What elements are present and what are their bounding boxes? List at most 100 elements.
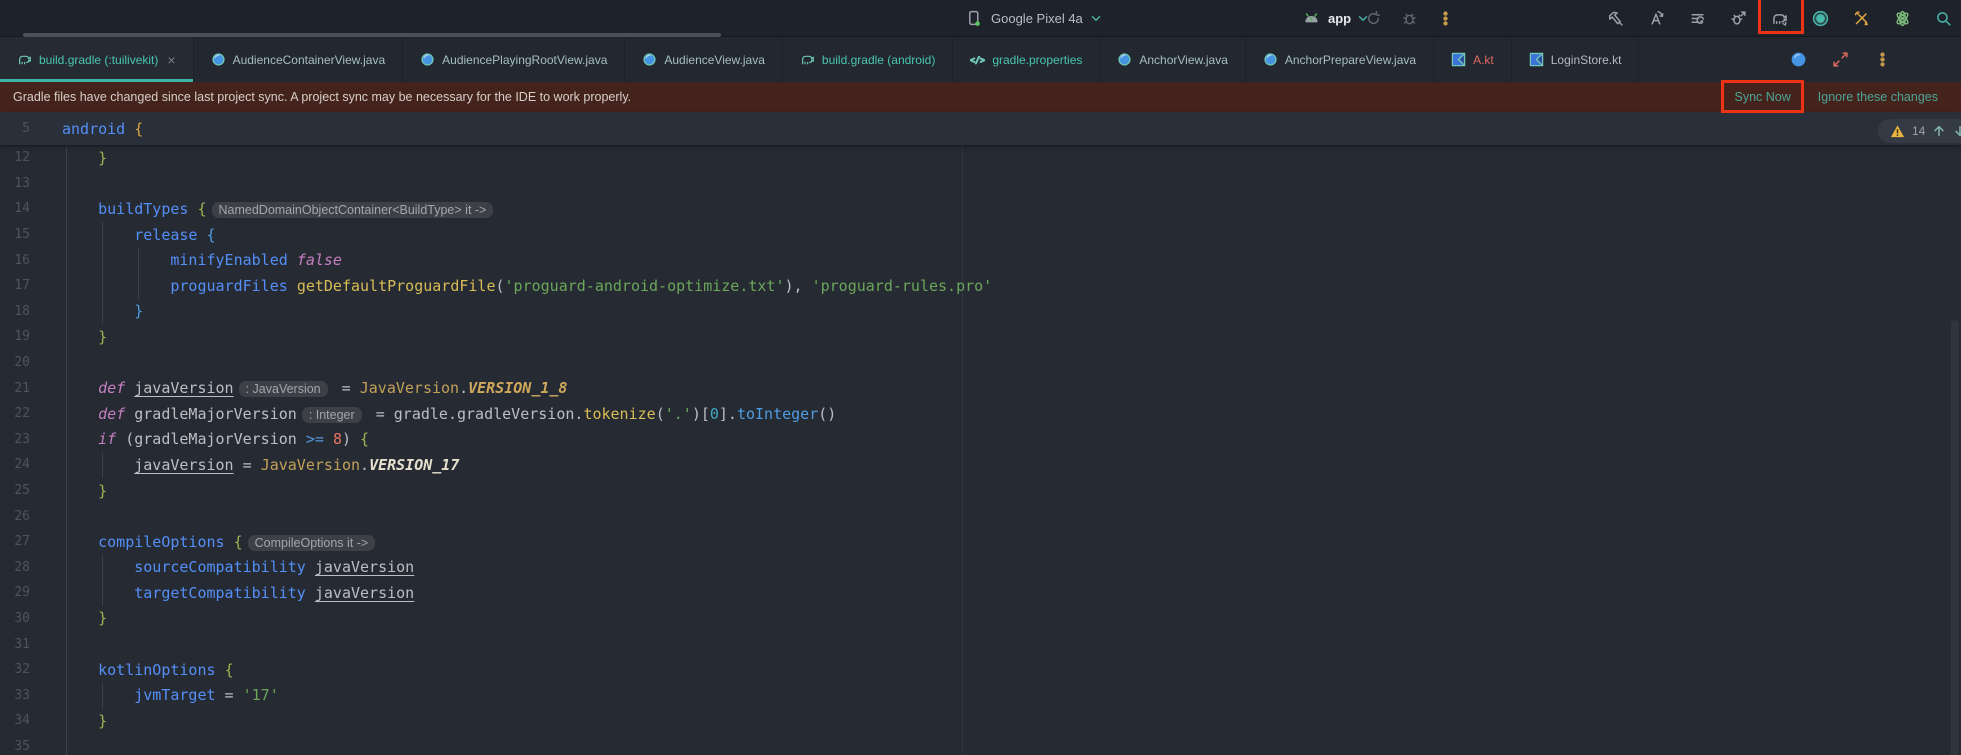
apply-changes-icon[interactable]: [1643, 5, 1669, 31]
sdk-manager-icon[interactable]: [1848, 5, 1874, 31]
code-line-25[interactable]: 25 }: [0, 478, 1961, 504]
inspections-widget[interactable]: 14: [1878, 119, 1961, 143]
chevron-down-icon: [1088, 5, 1104, 31]
line-number: 33: [0, 688, 30, 703]
sticky-code-line[interactable]: 5 android {: [0, 112, 1961, 146]
code-content: }: [62, 482, 107, 500]
tab-a-kt[interactable]: A.kt: [1434, 37, 1512, 82]
gradle-file-icon: [17, 52, 32, 67]
tab-label: gradle.properties: [992, 53, 1082, 67]
line-number: 21: [0, 381, 30, 396]
tab-build-gradle-android-[interactable]: build.gradle (android): [783, 37, 953, 82]
code-line-24[interactable]: 24 javaVersion = JavaVersion.VERSION_17: [0, 452, 1961, 478]
code-editor[interactable]: 12 }1314 buildTypes {NamedDomainObjectCo…: [0, 145, 1961, 755]
code-line-31[interactable]: 31: [0, 631, 1961, 657]
android-head-icon: [1298, 5, 1324, 31]
profiler-icon[interactable]: [1807, 5, 1833, 31]
expand-editor-icon[interactable]: [1827, 47, 1853, 73]
tab-label: A.kt: [1473, 53, 1494, 67]
editor-scrollbar[interactable]: [1951, 320, 1959, 755]
next-warning-arrow-icon[interactable]: [1953, 124, 1961, 138]
line-number: 17: [0, 278, 30, 293]
line-number: 19: [0, 329, 30, 344]
tab-audiencecontainerview-java[interactable]: AudienceContainerView.java: [194, 37, 404, 82]
code-line-32[interactable]: 32 kotlinOptions {: [0, 657, 1961, 683]
java-file-icon: [211, 52, 226, 67]
tab-gradle-properties[interactable]: </>gradle.properties: [953, 37, 1100, 82]
code-content: targetCompatibility javaVersion: [62, 584, 414, 602]
code-line-30[interactable]: 30 }: [0, 606, 1961, 632]
run-config-name: app: [1328, 11, 1351, 26]
line-number: 32: [0, 662, 30, 677]
rerun-icon[interactable]: [1360, 5, 1386, 31]
line-number: 20: [0, 355, 30, 370]
code-line-26[interactable]: 26: [0, 503, 1961, 529]
build-project-icon[interactable]: [1602, 5, 1628, 31]
attach-debugger-icon[interactable]: [1725, 5, 1751, 31]
code-line-20[interactable]: 20: [0, 350, 1961, 376]
close-tab-icon[interactable]: ×: [167, 53, 175, 67]
pinned-file-icon[interactable]: [1785, 47, 1811, 73]
prev-warning-arrow-icon[interactable]: [1932, 124, 1946, 138]
code-line-14[interactable]: 14 buildTypes {NamedDomainObjectContaine…: [0, 196, 1961, 222]
tab-options-icon[interactable]: [1869, 47, 1895, 73]
tab-anchorprepareview-java[interactable]: AnchorPrepareView.java: [1246, 37, 1434, 82]
code-line-35[interactable]: 35: [0, 734, 1961, 755]
code-content: }: [62, 609, 107, 627]
line-number: 31: [0, 637, 30, 652]
code-line-15[interactable]: 15 release {: [0, 222, 1961, 248]
code-line-28[interactable]: 28 sourceCompatibility javaVersion: [0, 555, 1961, 581]
line-number: 16: [0, 253, 30, 268]
tab-label: AnchorPrepareView.java: [1285, 53, 1416, 67]
kotlin-file-icon: [1529, 52, 1544, 67]
code-line-22[interactable]: 22 def gradleMajorVersion: Integer = gra…: [0, 401, 1961, 427]
more-run-options-icon[interactable]: [1432, 5, 1458, 31]
inlay-hint: : JavaVersion: [239, 381, 328, 397]
tab-label: build.gradle (android): [822, 53, 935, 67]
code-line-16[interactable]: 16 minifyEnabled false: [0, 247, 1961, 273]
code-content: if (gradleMajorVersion >= 8) {: [62, 430, 369, 448]
tab-audienceplayingrootview-java[interactable]: AudiencePlayingRootView.java: [403, 37, 625, 82]
tabbar-extras: [1785, 37, 1895, 82]
debug-icon[interactable]: [1396, 5, 1422, 31]
tab-loginstore-kt[interactable]: LoginStore.kt: [1512, 37, 1640, 82]
code-line-13[interactable]: 13: [0, 171, 1961, 197]
apply-code-changes-icon[interactable]: [1684, 5, 1710, 31]
code-line-23[interactable]: 23 if (gradleMajorVersion >= 8) {: [0, 427, 1961, 453]
tab-audienceview-java[interactable]: AudienceView.java: [625, 37, 783, 82]
code-content: def javaVersion: JavaVersion = JavaVersi…: [62, 379, 567, 397]
code-line-17[interactable]: 17 proguardFiles getDefaultProguardFile(…: [0, 273, 1961, 299]
sync-now-button[interactable]: Sync Now: [1734, 90, 1790, 104]
code-content: buildTypes {NamedDomainObjectContainer<B…: [62, 200, 498, 218]
code-content: proguardFiles getDefaultProguardFile('pr…: [62, 277, 992, 295]
line-number: 29: [0, 585, 30, 600]
tab-label: build.gradle (:tuilivekit): [39, 53, 158, 67]
code-line-29[interactable]: 29 targetCompatibility javaVersion: [0, 580, 1961, 606]
search-everywhere-icon[interactable]: [1930, 5, 1956, 31]
line-number: 23: [0, 432, 30, 447]
annotation-highlight: [1721, 80, 1804, 113]
code-line-21[interactable]: 21 def javaVersion: JavaVersion = JavaVe…: [0, 375, 1961, 401]
line-number: 34: [0, 713, 30, 728]
device-selector[interactable]: Google Pixel 4a: [960, 5, 1104, 31]
tab-label: AudiencePlayingRootView.java: [442, 53, 607, 67]
code-lines: 12 }1314 buildTypes {NamedDomainObjectCo…: [0, 145, 1961, 755]
inlay-hint: CompileOptions it ->: [248, 535, 376, 551]
line-number: 30: [0, 611, 30, 626]
inlay-hint: NamedDomainObjectContainer<BuildType> it…: [212, 202, 494, 218]
tab-anchorview-java[interactable]: AnchorView.java: [1100, 37, 1246, 82]
code-content: jvmTarget = '17': [62, 686, 279, 704]
code-content: }: [62, 149, 107, 167]
tab-label: LoginStore.kt: [1551, 53, 1622, 67]
code-line-33[interactable]: 33 jvmTarget = '17': [0, 682, 1961, 708]
tab-build-gradle-tuilivekit-[interactable]: build.gradle (:tuilivekit) ×: [0, 37, 194, 82]
code-line-19[interactable]: 19 }: [0, 324, 1961, 350]
code-line-27[interactable]: 27 compileOptions {CompileOptions it ->: [0, 529, 1961, 555]
code-line-18[interactable]: 18 }: [0, 299, 1961, 325]
code-line-34[interactable]: 34 }: [0, 708, 1961, 734]
device-manager-icon[interactable]: [1889, 5, 1915, 31]
ignore-these-changes-button[interactable]: Ignore these changes: [1818, 90, 1938, 104]
code-line-12[interactable]: 12 }: [0, 145, 1961, 171]
gradle-sync-icon[interactable]: [1766, 5, 1792, 31]
line-number: 18: [0, 304, 30, 319]
